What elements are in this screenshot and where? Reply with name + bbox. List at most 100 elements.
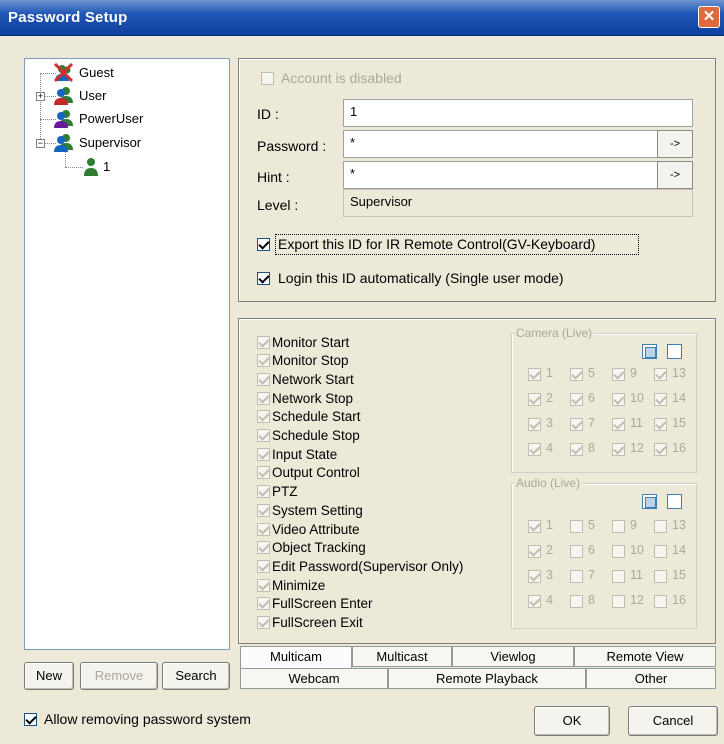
audio-select-none-icon[interactable] [667, 494, 682, 509]
hint-field[interactable]: * [343, 161, 659, 189]
permission-item[interactable]: Network Stop [257, 389, 353, 407]
audio-channel-checkbox[interactable] [528, 520, 541, 533]
password-arrow-button[interactable]: -> [657, 130, 693, 158]
camera-channel-checkbox[interactable] [612, 418, 625, 431]
permission-item[interactable]: Edit Password(Supervisor Only) [257, 557, 463, 575]
camera-channel-checkbox[interactable] [528, 368, 541, 381]
camera-channel-checkbox[interactable] [570, 393, 583, 406]
permission-label: Monitor Start [272, 334, 350, 350]
permission-checkbox[interactable] [257, 372, 270, 386]
permission-item[interactable]: FullScreen Exit [257, 614, 363, 632]
permission-item[interactable]: Schedule Stop [257, 427, 360, 445]
camera-channel-checkbox[interactable] [528, 393, 541, 406]
account-disabled-checkbox[interactable] [261, 72, 274, 85]
permission-item[interactable]: Input State [257, 445, 337, 463]
permission-checkbox[interactable] [257, 597, 270, 611]
search-button[interactable]: Search [162, 662, 230, 690]
camera-channel-checkbox[interactable] [570, 368, 583, 381]
audio-channel-checkbox[interactable] [654, 595, 667, 608]
permission-checkbox[interactable] [257, 616, 270, 629]
allow-removing-password-checkbox[interactable] [24, 713, 37, 726]
audio-channel-checkbox[interactable] [570, 595, 583, 608]
permission-item[interactable]: Output Control [257, 464, 360, 482]
camera-channel-checkbox[interactable] [528, 418, 541, 431]
tab-remote-playback[interactable]: Remote Playback [388, 668, 586, 689]
audio-channel-checkbox[interactable] [612, 545, 625, 558]
audio-channel-checkbox[interactable] [654, 570, 667, 583]
permission-checkbox[interactable] [257, 485, 270, 499]
permission-checkbox[interactable] [257, 522, 270, 536]
camera-channel-checkbox[interactable] [612, 368, 625, 381]
audio-channel-checkbox[interactable] [570, 520, 583, 533]
auto-login-checkbox[interactable] [257, 272, 270, 285]
permission-checkbox[interactable] [257, 541, 270, 555]
audio-select-all-icon[interactable] [642, 494, 657, 509]
tree-item-poweruser[interactable]: PowerUser [53, 109, 143, 129]
permission-checkbox[interactable] [257, 447, 270, 461]
password-field[interactable]: * [343, 130, 659, 158]
audio-channel-checkbox[interactable] [654, 545, 667, 558]
camera-channel-checkbox[interactable] [654, 443, 667, 456]
permission-item[interactable]: Object Tracking [257, 539, 366, 557]
tab-webcam[interactable]: Webcam [240, 668, 388, 689]
title-bar[interactable]: Password Setup ✕ [0, 0, 724, 36]
permission-item[interactable]: Minimize [257, 576, 325, 594]
permission-checkbox[interactable] [257, 559, 270, 573]
new-button[interactable]: New [24, 662, 74, 690]
audio-channel-checkbox[interactable] [528, 545, 541, 558]
tree-item-supervisor[interactable]: Supervisor [53, 133, 141, 153]
hint-arrow-button[interactable]: -> [657, 161, 693, 189]
permission-checkbox[interactable] [257, 503, 270, 517]
permission-item[interactable]: PTZ [257, 483, 298, 501]
id-field[interactable]: 1 [343, 99, 693, 127]
permission-checkbox[interactable] [257, 335, 270, 349]
audio-channel-checkbox[interactable] [528, 570, 541, 583]
permission-item[interactable]: Network Start [257, 370, 354, 388]
close-button[interactable]: ✕ [698, 6, 720, 28]
camera-channel-checkbox[interactable] [654, 393, 667, 406]
tab-multicast[interactable]: Multicast [352, 646, 452, 667]
permission-item[interactable]: Video Attribute [257, 520, 360, 538]
tab-viewlog[interactable]: Viewlog [452, 646, 574, 667]
audio-channel-checkbox[interactable] [570, 545, 583, 558]
tab-multicam[interactable]: Multicam [240, 646, 352, 668]
tab-other[interactable]: Other [586, 668, 716, 689]
permission-item[interactable]: System Setting [257, 501, 363, 519]
permission-item[interactable]: FullScreen Enter [257, 595, 373, 613]
audio-channel-checkbox[interactable] [528, 595, 541, 608]
audio-channel-checkbox[interactable] [612, 595, 625, 608]
camera-channel-checkbox[interactable] [612, 393, 625, 406]
permission-item[interactable]: Monitor Stop [257, 352, 349, 370]
permission-checkbox[interactable] [257, 354, 270, 368]
camera-select-all-icon[interactable] [642, 344, 657, 359]
camera-channel-checkbox[interactable] [570, 418, 583, 431]
expand-user-icon[interactable]: + [36, 92, 45, 101]
audio-channel-checkbox[interactable] [612, 570, 625, 583]
tree-item-guest[interactable]: Guest [53, 62, 114, 83]
permission-checkbox[interactable] [257, 466, 270, 480]
camera-channel-checkbox[interactable] [654, 418, 667, 431]
collapse-supervisor-icon[interactable]: − [36, 139, 45, 148]
camera-channel-checkbox[interactable] [570, 443, 583, 456]
tab-remote-view[interactable]: Remote View [574, 646, 716, 667]
camera-select-none-icon[interactable] [667, 344, 682, 359]
audio-channel-checkbox[interactable] [654, 520, 667, 533]
camera-channel-checkbox[interactable] [654, 368, 667, 381]
permission-item[interactable]: Monitor Start [257, 333, 349, 351]
permission-checkbox[interactable] [257, 410, 270, 424]
camera-channel-checkbox[interactable] [612, 443, 625, 456]
audio-channel-checkbox[interactable] [612, 520, 625, 533]
audio-channel-checkbox[interactable] [570, 570, 583, 583]
user-tree[interactable]: + − Guest User PowerUser Supervisor 1 [24, 58, 230, 650]
export-ir-checkbox[interactable] [257, 238, 270, 251]
permission-checkbox[interactable] [257, 578, 270, 592]
remove-button[interactable]: Remove [80, 662, 158, 690]
permission-checkbox[interactable] [257, 429, 270, 442]
permission-checkbox[interactable] [257, 391, 270, 405]
ok-button[interactable]: OK [534, 706, 610, 736]
permission-item[interactable]: Schedule Start [257, 408, 361, 426]
tree-item-user[interactable]: User [53, 86, 106, 106]
tree-item-user-1[interactable]: 1 [83, 157, 110, 177]
cancel-button[interactable]: Cancel [628, 706, 718, 736]
camera-channel-checkbox[interactable] [528, 443, 541, 456]
